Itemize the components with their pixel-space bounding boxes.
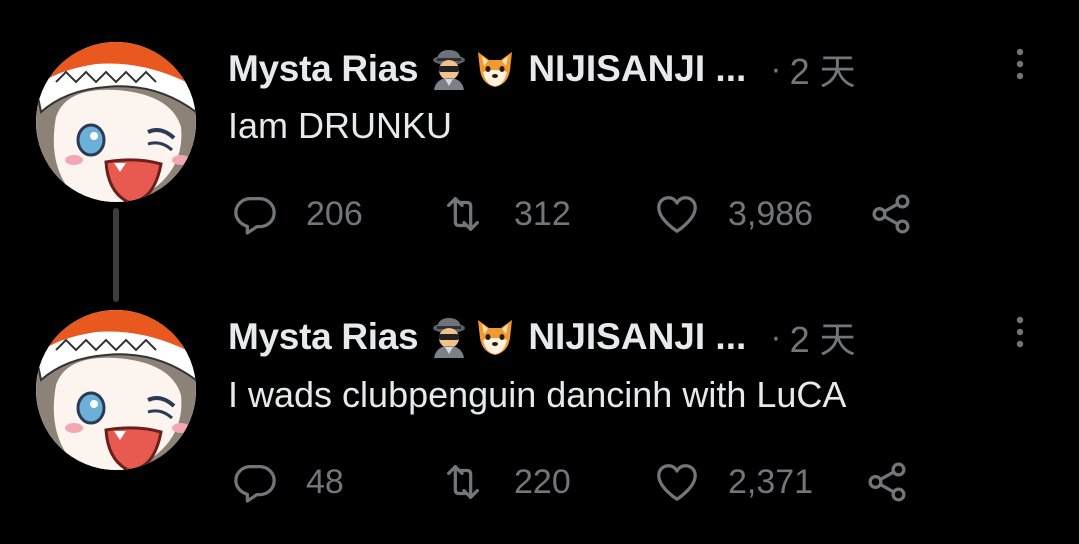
heart-icon bbox=[654, 459, 700, 505]
more-vertical-icon[interactable] bbox=[1010, 44, 1030, 84]
retweet-button[interactable]: 312 bbox=[440, 190, 571, 238]
retweet-icon bbox=[440, 191, 486, 237]
user-handle[interactable]: NIJISANJI ... bbox=[528, 316, 746, 358]
reply-count: 48 bbox=[306, 462, 344, 501]
detective-emoji-icon bbox=[428, 316, 470, 358]
reply-icon bbox=[232, 459, 278, 505]
avatar-image bbox=[36, 42, 196, 202]
user-handle[interactable]: NIJISANJI ... bbox=[528, 48, 746, 90]
like-count: 3,986 bbox=[728, 194, 814, 233]
fox-emoji-icon bbox=[474, 316, 516, 358]
tweet-text: Iam DRUNKU bbox=[228, 105, 453, 146]
timestamp[interactable]: 2 天 bbox=[790, 43, 856, 95]
share-button[interactable] bbox=[864, 458, 910, 506]
tweet-header: Mysta Rias NIJISANJI ... · 2 天 bbox=[228, 42, 856, 96]
detective-emoji-icon bbox=[428, 48, 470, 90]
retweet-count: 220 bbox=[514, 462, 571, 501]
retweet-count: 312 bbox=[514, 194, 571, 233]
like-button[interactable]: 2,371 bbox=[654, 458, 813, 506]
retweet-button[interactable]: 220 bbox=[440, 458, 571, 506]
like-button[interactable]: 3,986 bbox=[654, 190, 813, 238]
fox-emoji-icon bbox=[474, 48, 516, 90]
heart-icon bbox=[654, 191, 700, 237]
reply-icon bbox=[232, 191, 278, 237]
avatar[interactable] bbox=[36, 310, 196, 470]
avatar[interactable] bbox=[36, 42, 196, 202]
separator-dot: · bbox=[770, 317, 782, 356]
reply-count: 206 bbox=[306, 194, 363, 233]
display-name[interactable]: Mysta Rias bbox=[228, 316, 419, 358]
tweet-actions: 48 220 2,371 bbox=[232, 458, 992, 506]
separator-dot: · bbox=[770, 49, 782, 88]
tweet-text: I wads clubpenguin dancinh with LuCA bbox=[228, 374, 847, 415]
retweet-icon bbox=[440, 459, 486, 505]
reply-button[interactable]: 48 bbox=[232, 458, 344, 506]
more-vertical-icon[interactable] bbox=[1010, 312, 1030, 352]
reply-button[interactable]: 206 bbox=[232, 190, 363, 238]
share-icon bbox=[868, 191, 914, 237]
share-button[interactable] bbox=[868, 190, 914, 238]
share-icon bbox=[864, 459, 910, 505]
tweet-actions: 206 312 3,986 bbox=[232, 190, 992, 238]
avatar-image bbox=[36, 310, 196, 470]
tweet[interactable]: Mysta Rias NIJISANJI ... · 2 天 Iam DRUNK… bbox=[0, 0, 1079, 270]
tweet-header: Mysta Rias NIJISANJI ... · 2 天 bbox=[228, 310, 856, 364]
timestamp[interactable]: 2 天 bbox=[790, 311, 856, 363]
display-name[interactable]: Mysta Rias bbox=[228, 48, 419, 90]
like-count: 2,371 bbox=[728, 462, 814, 501]
